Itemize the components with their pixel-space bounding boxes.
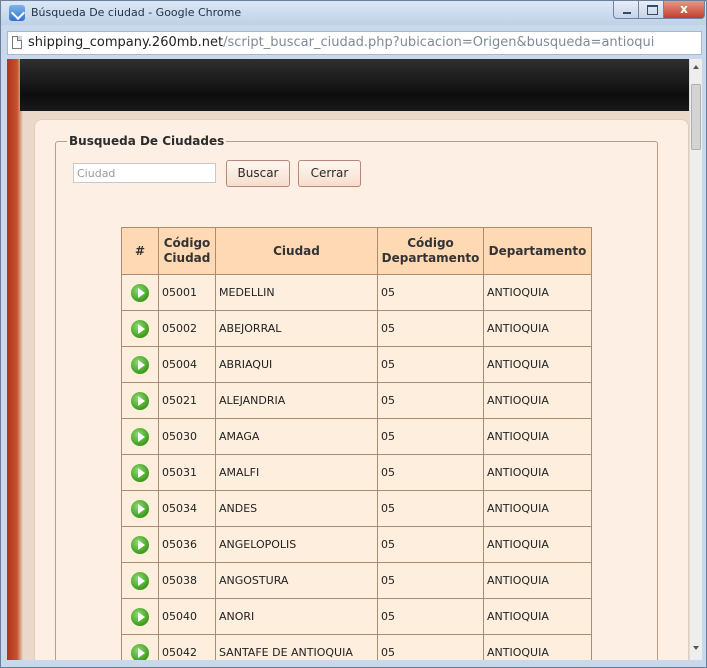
window-title: Búsqueda De ciudad - Google Chrome xyxy=(31,6,242,19)
address-bar[interactable]: shipping_company.260mb.net/script_buscar… xyxy=(7,31,702,55)
cell-dept-code: 05 xyxy=(377,634,484,660)
col-header-code-dept: Código Departamento xyxy=(377,227,484,275)
table-row: 05042 SANTAFE DE ANTIOQUIA 05 ANTIOQUIA xyxy=(121,634,592,660)
cell-dept: ANTIOQUIA xyxy=(483,634,592,660)
minimize-button[interactable] xyxy=(613,1,639,19)
cell-code: 05036 xyxy=(158,526,216,563)
cell-city: MEDELLIN xyxy=(215,274,378,311)
cell-dept-code: 05 xyxy=(377,382,484,419)
vertical-scrollbar[interactable] xyxy=(689,59,702,660)
cell-code: 05040 xyxy=(158,598,216,635)
table-row: 05038 ANGOSTURA 05 ANTIOQUIA xyxy=(121,562,592,599)
cell-dept-code: 05 xyxy=(377,346,484,383)
site-header-bar xyxy=(20,59,689,111)
fieldset-legend: Busqueda De Ciudades xyxy=(67,134,227,148)
table-row: 05021 ALEJANDRIA 05 ANTIOQUIA xyxy=(121,382,592,419)
page-icon xyxy=(12,36,22,49)
cell-city: ANORI xyxy=(215,598,378,635)
play-icon[interactable] xyxy=(131,643,149,660)
close-button[interactable]: x xyxy=(663,1,705,19)
cell-dept: ANTIOQUIA xyxy=(483,598,592,635)
cell-dept-code: 05 xyxy=(377,454,484,491)
browser-window: Búsqueda De ciudad - Google Chrome x shi… xyxy=(0,0,707,668)
page-viewport: Busqueda De Ciudades Buscar Cerrar # Cód… xyxy=(7,59,702,660)
cell-city: ANGELOPOLIS xyxy=(215,526,378,563)
table-row: 05031 AMALFI 05 ANTIOQUIA xyxy=(121,454,592,491)
table-row: 05001 MEDELLIN 05 ANTIOQUIA xyxy=(121,274,592,311)
cell-code: 05001 xyxy=(158,274,216,311)
col-header-hash: # xyxy=(121,227,159,275)
cell-dept-code: 05 xyxy=(377,490,484,527)
cities-table: # Código Ciudad Ciudad Código Departamen… xyxy=(121,227,592,660)
table-row: 05004 ABRIAQUI 05 ANTIOQUIA xyxy=(121,346,592,383)
table-row: 05040 ANORI 05 ANTIOQUIA xyxy=(121,598,592,635)
cell-code: 05031 xyxy=(158,454,216,491)
table-header-row: # Código Ciudad Ciudad Código Departamen… xyxy=(121,227,592,275)
cell-dept: ANTIOQUIA xyxy=(483,526,592,563)
table-row: 05034 ANDES 05 ANTIOQUIA xyxy=(121,490,592,527)
scroll-down-arrow-icon[interactable] xyxy=(693,646,699,650)
cell-dept: ANTIOQUIA xyxy=(483,382,592,419)
chrome-app-icon xyxy=(9,5,25,21)
table-row: 05002 ABEJORRAL 05 ANTIOQUIA xyxy=(121,310,592,347)
maximize-icon xyxy=(647,5,658,15)
scrollbar-thumb[interactable] xyxy=(691,84,701,150)
play-icon[interactable] xyxy=(131,283,149,302)
play-icon[interactable] xyxy=(131,319,149,338)
cell-code: 05034 xyxy=(158,490,216,527)
cell-code: 05042 xyxy=(158,634,216,660)
cell-dept-code: 05 xyxy=(377,310,484,347)
cell-city: ANDES xyxy=(215,490,378,527)
cell-city: ALEJANDRIA xyxy=(215,382,378,419)
play-icon[interactable] xyxy=(131,499,149,518)
play-icon[interactable] xyxy=(131,391,149,410)
cell-dept: ANTIOQUIA xyxy=(483,418,592,455)
col-header-city: Ciudad xyxy=(215,227,378,275)
cell-code: 05002 xyxy=(158,310,216,347)
play-icon[interactable] xyxy=(131,463,149,482)
cell-city: SANTAFE DE ANTIOQUIA xyxy=(215,634,378,660)
cell-dept-code: 05 xyxy=(377,562,484,599)
cell-dept: ANTIOQUIA xyxy=(483,562,592,599)
cell-code: 05004 xyxy=(158,346,216,383)
play-icon[interactable] xyxy=(131,355,149,374)
scroll-up-arrow-icon[interactable] xyxy=(693,65,699,69)
title-bar[interactable]: Búsqueda De ciudad - Google Chrome x xyxy=(1,1,706,25)
cell-dept: ANTIOQUIA xyxy=(483,490,592,527)
cell-dept: ANTIOQUIA xyxy=(483,346,592,383)
play-icon[interactable] xyxy=(131,571,149,590)
url-text[interactable]: shipping_company.260mb.net/script_buscar… xyxy=(28,35,654,50)
cerrar-button[interactable]: Cerrar xyxy=(298,160,361,187)
cell-city: ANGOSTURA xyxy=(215,562,378,599)
cell-code: 05030 xyxy=(158,418,216,455)
cell-city: AMAGA xyxy=(215,418,378,455)
cell-dept-code: 05 xyxy=(377,274,484,311)
cell-code: 05021 xyxy=(158,382,216,419)
cell-code: 05038 xyxy=(158,562,216,599)
close-icon: x xyxy=(680,2,688,16)
col-header-code-city: Código Ciudad xyxy=(158,227,216,275)
play-icon[interactable] xyxy=(131,535,149,554)
maximize-button[interactable] xyxy=(638,1,664,19)
cell-dept: ANTIOQUIA xyxy=(483,454,592,491)
cell-dept-code: 05 xyxy=(377,418,484,455)
cell-dept-code: 05 xyxy=(377,526,484,563)
cell-city: ABRIAQUI xyxy=(215,346,378,383)
page-background: Busqueda De Ciudades Buscar Cerrar # Cód… xyxy=(7,59,689,660)
cell-city: AMALFI xyxy=(215,454,378,491)
col-header-dept: Departamento xyxy=(483,227,592,275)
minimize-icon xyxy=(623,12,631,14)
play-icon[interactable] xyxy=(131,607,149,626)
url-host: shipping_company.260mb.net xyxy=(28,35,224,50)
cell-dept-code: 05 xyxy=(377,598,484,635)
city-search-input[interactable] xyxy=(73,163,216,183)
url-path: /script_buscar_ciudad.php?ubicacion=Orig… xyxy=(223,35,655,50)
cell-dept: ANTIOQUIA xyxy=(483,310,592,347)
table-row: 05036 ANGELOPOLIS 05 ANTIOQUIA xyxy=(121,526,592,563)
table-row: 05030 AMAGA 05 ANTIOQUIA xyxy=(121,418,592,455)
play-icon[interactable] xyxy=(131,427,149,446)
buscar-button[interactable]: Buscar xyxy=(226,160,290,187)
cell-city: ABEJORRAL xyxy=(215,310,378,347)
cell-dept: ANTIOQUIA xyxy=(483,274,592,311)
